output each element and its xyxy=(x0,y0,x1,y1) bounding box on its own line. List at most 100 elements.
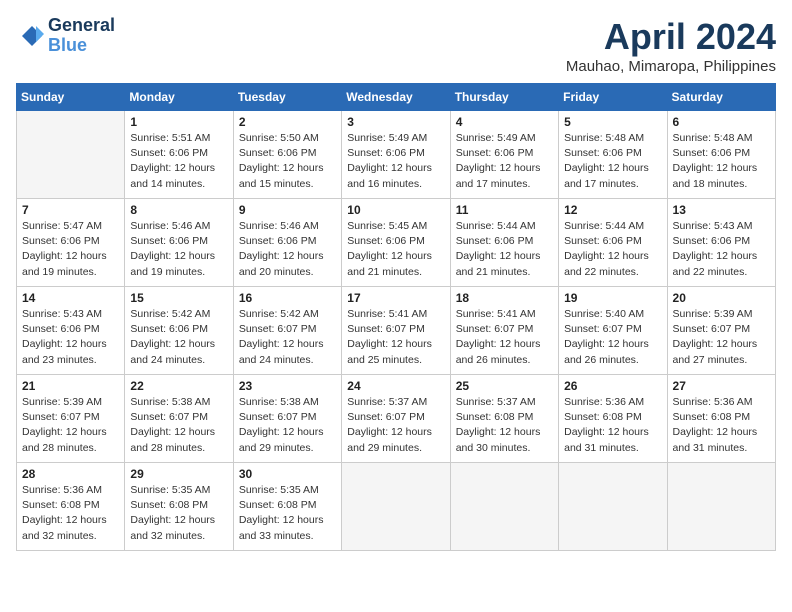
day-number: 18 xyxy=(456,291,553,305)
day-number: 21 xyxy=(22,379,119,393)
weekday-header-tuesday: Tuesday xyxy=(233,84,341,111)
day-info: Sunrise: 5:41 AMSunset: 6:07 PMDaylight:… xyxy=(456,307,553,368)
day-number: 17 xyxy=(347,291,444,305)
day-number: 15 xyxy=(130,291,227,305)
calendar-cell: 8Sunrise: 5:46 AMSunset: 6:06 PMDaylight… xyxy=(125,199,233,287)
calendar-cell: 5 Sunrise: 5:48 AMSunset: 6:06 PMDaylight… xyxy=(559,111,667,199)
week-row-1: 7 Sunrise: 5:47 AMSunset: 6:06 PMDaylight… xyxy=(17,199,776,287)
weekday-header-saturday: Saturday xyxy=(667,84,775,111)
day-number: 30 xyxy=(239,467,336,481)
calendar-cell: 13 Sunrise: 5:43 AMSunset: 6:06 PMDayligh… xyxy=(667,199,775,287)
day-number: 16 xyxy=(239,291,336,305)
day-info: Sunrise: 5:44 AMSunset: 6:06 PMDaylight:… xyxy=(456,219,553,280)
weekday-header-sunday: Sunday xyxy=(17,84,125,111)
day-info: Sunrise: 5:49 AMSunset: 6:06 PMDaylight:… xyxy=(456,131,553,192)
calendar-cell xyxy=(667,463,775,551)
logo-text: General Blue xyxy=(48,16,115,56)
day-number: 13 xyxy=(673,203,770,217)
calendar-cell: 1 Sunrise: 5:51 AMSunset: 6:06 PMDaylight… xyxy=(125,111,233,199)
day-number: 20 xyxy=(673,291,770,305)
calendar-cell: 19 Sunrise: 5:40 AMSunset: 6:07 PMDayligh… xyxy=(559,287,667,375)
weekday-header-row: SundayMondayTuesdayWednesdayThursdayFrid… xyxy=(17,84,776,111)
day-info: Sunrise: 5:43 AMSunset: 6:06 PMDaylight:… xyxy=(673,219,770,280)
day-info: Sunrise: 5:36 AMSunset: 6:08 PMDaylight:… xyxy=(564,395,661,456)
day-number: 12 xyxy=(564,203,661,217)
calendar-cell: 10 Sunrise: 5:45 AMSunset: 6:06 PMDayligh… xyxy=(342,199,450,287)
day-number: 22 xyxy=(130,379,227,393)
day-info: Sunrise: 5:51 AMSunset: 6:06 PMDaylight:… xyxy=(130,131,227,192)
calendar-cell: 21 Sunrise: 5:39 AMSunset: 6:07 PMDayligh… xyxy=(17,375,125,463)
day-info: Sunrise: 5:43 AMSunset: 6:06 PMDaylight:… xyxy=(22,307,119,368)
day-info: Sunrise: 5:36 AMSunset: 6:08 PMDaylight:… xyxy=(673,395,770,456)
calendar-cell: 20 Sunrise: 5:39 AMSunset: 6:07 PMDayligh… xyxy=(667,287,775,375)
day-info: Sunrise: 5:35 AMSunset: 6:08 PMDaylight:… xyxy=(130,483,227,544)
calendar-cell: 17 Sunrise: 5:41 AMSunset: 6:07 PMDayligh… xyxy=(342,287,450,375)
day-number: 29 xyxy=(130,467,227,481)
day-info: Sunrise: 5:45 AMSunset: 6:06 PMDaylight:… xyxy=(347,219,444,280)
calendar-cell: 28Sunrise: 5:36 AMSunset: 6:08 PMDayligh… xyxy=(17,463,125,551)
day-info: Sunrise: 5:47 AMSunset: 6:06 PMDaylight:… xyxy=(22,219,119,280)
calendar-body: 1 Sunrise: 5:51 AMSunset: 6:06 PMDaylight… xyxy=(17,111,776,551)
calendar-cell: 12 Sunrise: 5:44 AMSunset: 6:06 PMDayligh… xyxy=(559,199,667,287)
day-info: Sunrise: 5:48 AMSunset: 6:06 PMDaylight:… xyxy=(564,131,661,192)
calendar-cell xyxy=(17,111,125,199)
logo-icon xyxy=(16,22,44,50)
calendar-cell: 15Sunrise: 5:42 AMSunset: 6:06 PMDayligh… xyxy=(125,287,233,375)
calendar-header: SundayMondayTuesdayWednesdayThursdayFrid… xyxy=(17,84,776,111)
day-info: Sunrise: 5:37 AMSunset: 6:07 PMDaylight:… xyxy=(347,395,444,456)
week-row-2: 14 Sunrise: 5:43 AMSunset: 6:06 PMDayligh… xyxy=(17,287,776,375)
weekday-header-wednesday: Wednesday xyxy=(342,84,450,111)
calendar-cell: 24 Sunrise: 5:37 AMSunset: 6:07 PMDayligh… xyxy=(342,375,450,463)
day-number: 7 xyxy=(22,203,119,217)
calendar-cell xyxy=(559,463,667,551)
day-number: 28 xyxy=(22,467,119,481)
week-row-0: 1 Sunrise: 5:51 AMSunset: 6:06 PMDaylight… xyxy=(17,111,776,199)
day-info: Sunrise: 5:39 AMSunset: 6:07 PMDaylight:… xyxy=(22,395,119,456)
day-number: 9 xyxy=(239,203,336,217)
day-number: 3 xyxy=(347,115,444,129)
calendar-cell: 7 Sunrise: 5:47 AMSunset: 6:06 PMDaylight… xyxy=(17,199,125,287)
day-number: 14 xyxy=(22,291,119,305)
calendar-cell: 6Sunrise: 5:48 AMSunset: 6:06 PMDaylight… xyxy=(667,111,775,199)
calendar-cell: 14 Sunrise: 5:43 AMSunset: 6:06 PMDayligh… xyxy=(17,287,125,375)
calendar-cell: 2 Sunrise: 5:50 AMSunset: 6:06 PMDaylight… xyxy=(233,111,341,199)
day-number: 25 xyxy=(456,379,553,393)
day-info: Sunrise: 5:41 AMSunset: 6:07 PMDaylight:… xyxy=(347,307,444,368)
day-number: 11 xyxy=(456,203,553,217)
title-block: April 2024 Mauhao, Mimaropa, Philippines xyxy=(566,16,776,75)
day-number: 19 xyxy=(564,291,661,305)
location: Mauhao, Mimaropa, Philippines xyxy=(566,58,776,75)
day-number: 10 xyxy=(347,203,444,217)
calendar-cell: 11 Sunrise: 5:44 AMSunset: 6:06 PMDayligh… xyxy=(450,199,558,287)
calendar-cell: 29 Sunrise: 5:35 AMSunset: 6:08 PMDayligh… xyxy=(125,463,233,551)
day-number: 5 xyxy=(564,115,661,129)
logo: General Blue xyxy=(16,16,115,56)
day-number: 1 xyxy=(130,115,227,129)
month-title: April 2024 xyxy=(566,16,776,58)
day-info: Sunrise: 5:35 AMSunset: 6:08 PMDaylight:… xyxy=(239,483,336,544)
day-info: Sunrise: 5:42 AMSunset: 6:07 PMDaylight:… xyxy=(239,307,336,368)
day-number: 26 xyxy=(564,379,661,393)
day-number: 23 xyxy=(239,379,336,393)
calendar-cell xyxy=(342,463,450,551)
day-number: 4 xyxy=(456,115,553,129)
day-number: 24 xyxy=(347,379,444,393)
calendar-cell: 25Sunrise: 5:37 AMSunset: 6:08 PMDayligh… xyxy=(450,375,558,463)
calendar-cell: 16 Sunrise: 5:42 AMSunset: 6:07 PMDayligh… xyxy=(233,287,341,375)
calendar-cell: 30 Sunrise: 5:35 AMSunset: 6:08 PMDayligh… xyxy=(233,463,341,551)
day-info: Sunrise: 5:38 AMSunset: 6:07 PMDaylight:… xyxy=(239,395,336,456)
calendar-cell: 23 Sunrise: 5:38 AMSunset: 6:07 PMDayligh… xyxy=(233,375,341,463)
day-info: Sunrise: 5:50 AMSunset: 6:06 PMDaylight:… xyxy=(239,131,336,192)
calendar-cell: 22Sunrise: 5:38 AMSunset: 6:07 PMDayligh… xyxy=(125,375,233,463)
day-info: Sunrise: 5:40 AMSunset: 6:07 PMDaylight:… xyxy=(564,307,661,368)
weekday-header-friday: Friday xyxy=(559,84,667,111)
day-number: 2 xyxy=(239,115,336,129)
day-info: Sunrise: 5:39 AMSunset: 6:07 PMDaylight:… xyxy=(673,307,770,368)
calendar-cell: 26 Sunrise: 5:36 AMSunset: 6:08 PMDayligh… xyxy=(559,375,667,463)
calendar-table: SundayMondayTuesdayWednesdayThursdayFrid… xyxy=(16,83,776,551)
calendar-cell: 3Sunrise: 5:49 AMSunset: 6:06 PMDaylight… xyxy=(342,111,450,199)
calendar-cell: 9Sunrise: 5:46 AMSunset: 6:06 PMDaylight… xyxy=(233,199,341,287)
day-info: Sunrise: 5:44 AMSunset: 6:06 PMDaylight:… xyxy=(564,219,661,280)
calendar-cell xyxy=(450,463,558,551)
day-number: 8 xyxy=(130,203,227,217)
